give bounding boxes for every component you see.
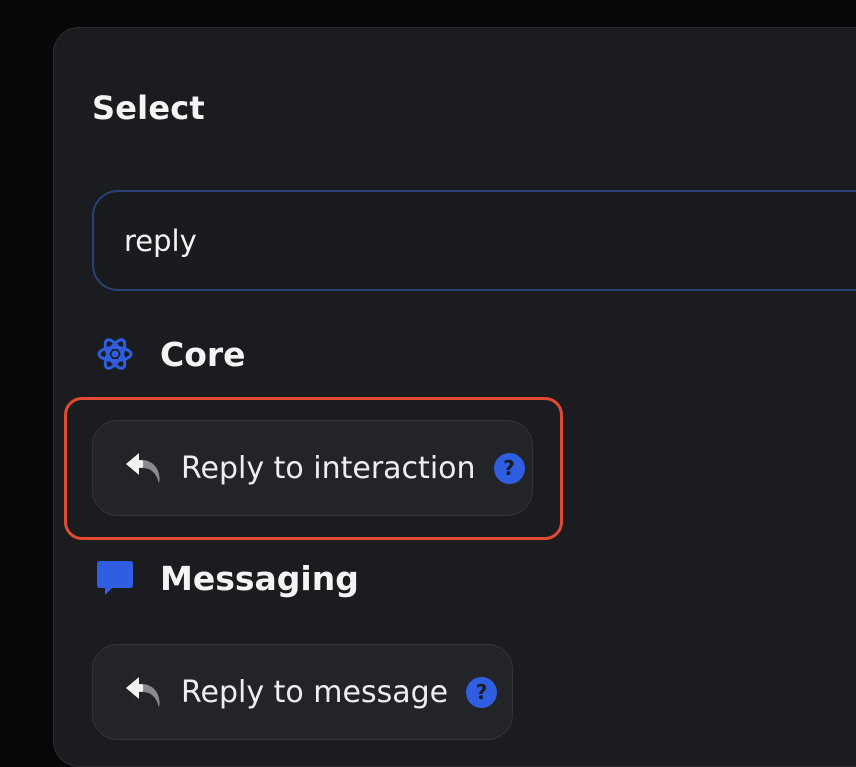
category-header-messaging: Messaging bbox=[95, 558, 359, 598]
action-label: Reply to message bbox=[181, 674, 449, 710]
category-header-core: Core bbox=[95, 334, 246, 374]
dialog-title: Select bbox=[92, 89, 205, 127]
reply-icon bbox=[123, 674, 165, 710]
message-bubble-icon bbox=[95, 558, 135, 598]
category-label-messaging: Messaging bbox=[160, 558, 359, 598]
help-icon[interactable]: ? bbox=[493, 452, 525, 484]
category-label-core: Core bbox=[160, 334, 246, 374]
action-label: Reply to interaction bbox=[181, 450, 476, 486]
action-reply-to-message[interactable]: Reply to message ? bbox=[92, 644, 513, 740]
reply-icon bbox=[123, 450, 165, 486]
action-reply-to-interaction[interactable]: Reply to interaction ? bbox=[92, 420, 533, 516]
atom-icon bbox=[95, 334, 135, 374]
search-input[interactable] bbox=[92, 190, 856, 291]
help-icon[interactable]: ? bbox=[466, 676, 498, 708]
